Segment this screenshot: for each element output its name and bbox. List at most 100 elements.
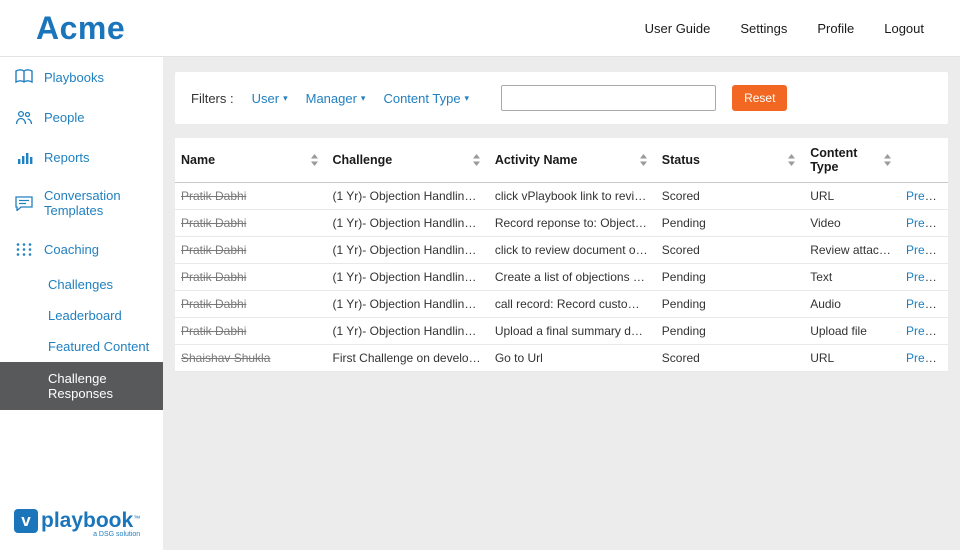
column-header-preview xyxy=(900,138,948,183)
sidebar: Playbooks People Reports Conversation Te… xyxy=(0,57,163,550)
cell-content-type: Text xyxy=(804,264,900,291)
cell-challenge: (1 Yr)- Objection Handling Challen... xyxy=(327,264,489,291)
column-header-status[interactable]: Status xyxy=(656,138,804,183)
top-header: Acme User Guide Settings Profile Logout xyxy=(0,0,960,57)
cell-content-type: Review attachment xyxy=(804,237,900,264)
playbook-icon xyxy=(14,68,34,86)
cell-content-type: Audio xyxy=(804,291,900,318)
preview-link[interactable]: Preview xyxy=(906,324,948,338)
cell-status: Scored xyxy=(656,345,804,372)
app-logo: Acme xyxy=(36,10,125,47)
cell-status: Pending xyxy=(656,264,804,291)
cell-activity-name: Record reponse to: Objection #1 (... xyxy=(489,210,656,237)
sidebar-item-people[interactable]: People xyxy=(0,97,163,137)
chat-icon xyxy=(14,194,34,212)
sidebar-item-leaderboard[interactable]: Leaderboard xyxy=(0,300,163,331)
nav-logout[interactable]: Logout xyxy=(884,21,924,36)
sort-icon[interactable] xyxy=(883,154,892,166)
filter-dropdown-user[interactable]: User ▾ xyxy=(252,91,288,106)
cell-name: Pratik Dabhi xyxy=(175,318,327,345)
sidebar-item-reports[interactable]: Reports xyxy=(0,137,163,177)
column-header-challenge[interactable]: Challenge xyxy=(327,138,489,183)
table-header-row: Name Challenge Activity Name Status xyxy=(175,138,948,183)
preview-link[interactable]: Preview xyxy=(906,243,948,257)
nav-user-guide[interactable]: User Guide xyxy=(645,21,711,36)
nav-profile[interactable]: Profile xyxy=(817,21,854,36)
sidebar-item-label: People xyxy=(44,110,84,125)
sidebar-item-conversation-templates[interactable]: Conversation Templates xyxy=(0,177,163,229)
cell-challenge: (1 Yr)- Objection Handling Challen... xyxy=(327,318,489,345)
sidebar-item-coaching[interactable]: Coaching xyxy=(0,229,163,269)
preview-link[interactable]: Preview xyxy=(906,216,948,230)
reset-button[interactable]: Reset xyxy=(732,85,787,111)
column-label: Name xyxy=(181,153,215,167)
filter-dropdown-manager[interactable]: Manager ▾ xyxy=(306,91,366,106)
table-row: Pratik Dabhi (1 Yr)- Objection Handling … xyxy=(175,318,948,345)
sidebar-item-label: Reports xyxy=(44,150,90,165)
cell-challenge: First Challenge on development (... xyxy=(327,345,489,372)
table-row: Pratik Dabhi (1 Yr)- Objection Handling … xyxy=(175,237,948,264)
cell-challenge: (1 Yr)- Objection Handling Challen... xyxy=(327,183,489,210)
column-label: Content Type xyxy=(810,146,883,174)
cell-name: Pratik Dabhi xyxy=(175,183,327,210)
people-icon xyxy=(14,108,34,126)
filter-dropdown-content-type-label: Content Type xyxy=(383,91,460,106)
sidebar-item-challenges[interactable]: Challenges xyxy=(0,269,163,300)
sort-icon[interactable] xyxy=(472,154,481,166)
preview-link[interactable]: Preview xyxy=(906,351,948,365)
main-content: Filters : User ▾ Manager ▾ Content Type … xyxy=(163,57,960,550)
cell-status: Pending xyxy=(656,210,804,237)
vplaybook-logo-text: playbook xyxy=(41,509,133,532)
cell-status: Scored xyxy=(656,237,804,264)
cell-activity-name: Upload a final summary documen... xyxy=(489,318,656,345)
table-row: Shaishav Shukla First Challenge on devel… xyxy=(175,345,948,372)
cell-activity-name: call record: Record customer com... xyxy=(489,291,656,318)
filters-label: Filters : xyxy=(191,91,234,106)
coaching-icon xyxy=(14,240,34,258)
cell-challenge: (1 Yr)- Objection Handling Challen... xyxy=(327,291,489,318)
sort-icon[interactable] xyxy=(639,154,648,166)
cell-content-type: Upload file xyxy=(804,318,900,345)
reports-icon xyxy=(14,148,34,166)
column-header-activity-name[interactable]: Activity Name xyxy=(489,138,656,183)
preview-link[interactable]: Preview xyxy=(906,297,948,311)
chevron-down-icon: ▾ xyxy=(465,93,470,104)
sidebar-item-playbooks[interactable]: Playbooks xyxy=(0,57,163,97)
preview-link[interactable]: Preview xyxy=(906,189,948,203)
sidebar-item-challenge-responses[interactable]: Challenge Responses xyxy=(0,362,163,410)
vplaybook-logo: v playbook™ a DSG solution xyxy=(14,509,140,538)
sort-icon[interactable] xyxy=(310,154,319,166)
chevron-down-icon: ▾ xyxy=(361,93,366,104)
filter-search-input[interactable] xyxy=(501,85,716,111)
cell-status: Pending xyxy=(656,318,804,345)
sidebar-item-featured-content[interactable]: Featured Content xyxy=(0,331,163,362)
nav-settings[interactable]: Settings xyxy=(740,21,787,36)
responses-table: Name Challenge Activity Name Status xyxy=(175,138,948,372)
cell-status: Pending xyxy=(656,291,804,318)
table-row: Pratik Dabhi (1 Yr)- Objection Handling … xyxy=(175,291,948,318)
cell-activity-name: click to review document on our r... xyxy=(489,237,656,264)
cell-name: Pratik Dabhi xyxy=(175,237,327,264)
cell-name: Pratik Dabhi xyxy=(175,291,327,318)
chevron-down-icon: ▾ xyxy=(283,93,288,104)
cell-content-type: URL xyxy=(804,345,900,372)
column-label: Status xyxy=(662,153,700,167)
filter-dropdown-user-label: User xyxy=(252,91,279,106)
cell-activity-name: Go to Url xyxy=(489,345,656,372)
cell-name: Shaishav Shukla xyxy=(175,345,327,372)
filter-dropdown-manager-label: Manager xyxy=(306,91,357,106)
cell-content-type: URL xyxy=(804,183,900,210)
column-label: Activity Name xyxy=(495,153,578,167)
table-body: Pratik Dabhi (1 Yr)- Objection Handling … xyxy=(175,183,948,372)
table-row: Pratik Dabhi (1 Yr)- Objection Handling … xyxy=(175,210,948,237)
cell-status: Scored xyxy=(656,183,804,210)
preview-link[interactable]: Preview xyxy=(906,270,948,284)
column-header-content-type[interactable]: Content Type xyxy=(804,138,900,183)
column-label: Challenge xyxy=(333,153,393,167)
cell-challenge: (1 Yr)- Objection Handling Challen... xyxy=(327,210,489,237)
top-nav: User Guide Settings Profile Logout xyxy=(645,21,924,36)
filter-panel: Filters : User ▾ Manager ▾ Content Type … xyxy=(175,72,948,124)
sort-icon[interactable] xyxy=(787,154,796,166)
column-header-name[interactable]: Name xyxy=(175,138,327,183)
filter-dropdown-content-type[interactable]: Content Type ▾ xyxy=(383,91,469,106)
